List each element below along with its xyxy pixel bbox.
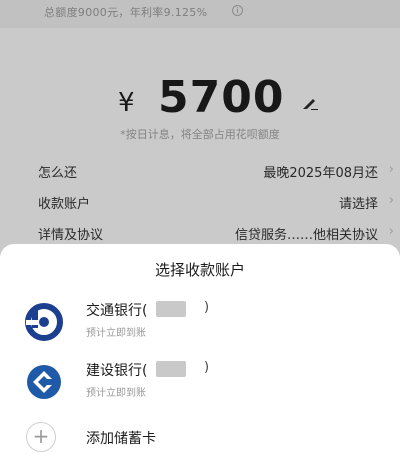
masked-card-number <box>156 361 186 377</box>
bank-item-ccb[interactable]: 建设银行( ) 预计立即到账 <box>0 356 400 412</box>
add-card-label: 添加储蓄卡 <box>86 431 156 447</box>
ccb-logo-icon <box>27 365 61 399</box>
bocom-logo-icon <box>25 303 63 341</box>
sheet-title: 选择收款账户 <box>154 261 245 279</box>
bank-name-paren: ) <box>204 360 210 375</box>
bank-name: 建设银行( <box>86 363 148 379</box>
bank-name-paren: ) <box>204 300 210 315</box>
select-account-sheet: 选择收款账户 交通银行( ) 预计立即到账 建设银行( ) 预计立即到账 + 添… <box>0 244 400 471</box>
add-debit-card-button[interactable]: + 添加储蓄卡 <box>0 420 400 454</box>
arrival-note: 预计立即到账 <box>86 328 146 339</box>
arrival-note: 预计立即到账 <box>86 388 146 399</box>
bank-name: 交通银行( <box>86 303 148 319</box>
bank-item-bocom[interactable]: 交通银行( ) 预计立即到账 <box>0 296 400 352</box>
masked-card-number <box>156 301 186 317</box>
plus-icon: + <box>26 422 56 452</box>
